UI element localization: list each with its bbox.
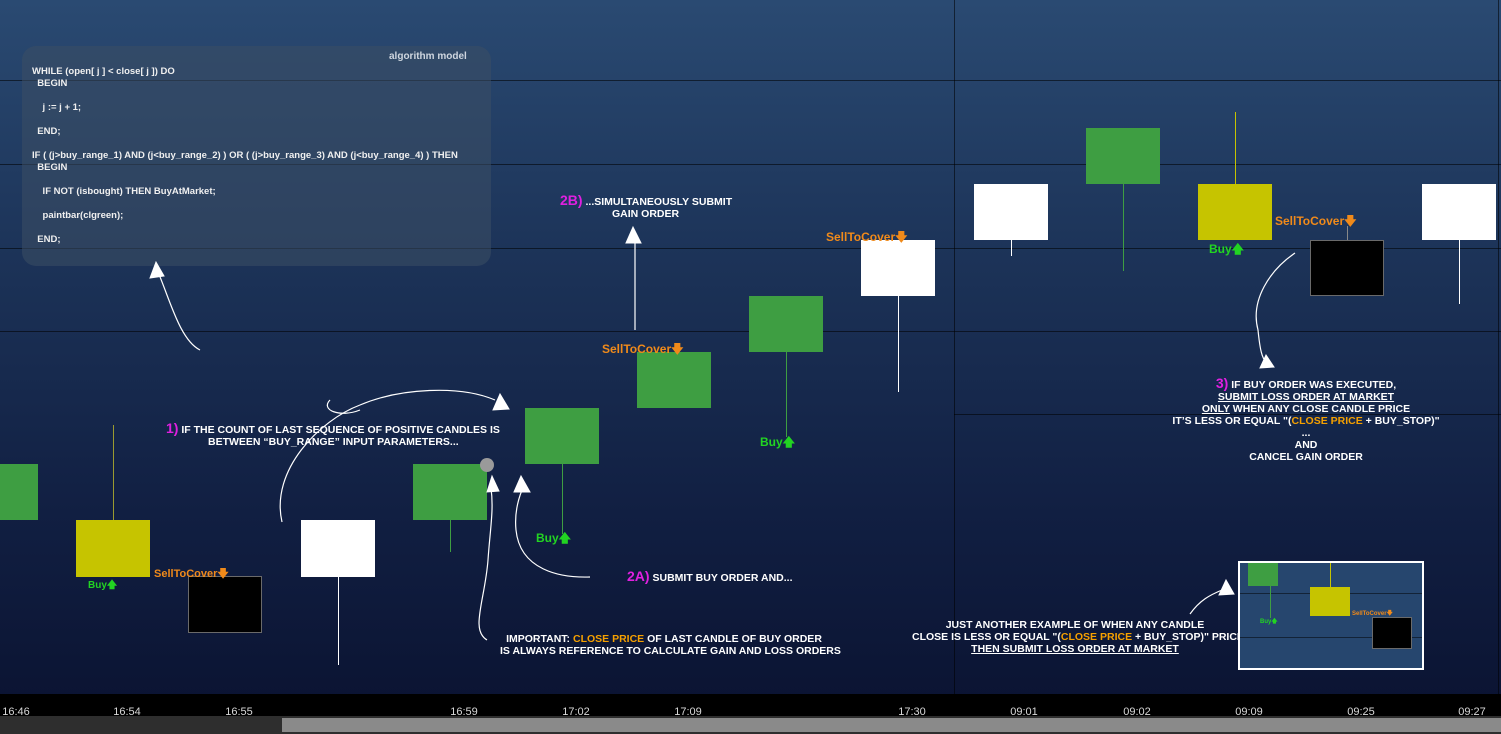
annotation-text: ONLY xyxy=(1201,403,1230,415)
annotation-text: OF LAST CANDLE OF BUY ORDER xyxy=(644,633,822,645)
annotation-text: + BUY_STOP)" PRICE xyxy=(1132,631,1244,643)
annotation-text: SUBMIT BUY ORDER AND... xyxy=(652,572,793,584)
annotation-step-3: 3) IF BUY ORDER WAS EXECUTED, SUBMIT LOS… xyxy=(1170,375,1442,463)
annotation-text: WHEN ANY CLOSE CANDLE PRICE xyxy=(1229,403,1411,415)
arrow-down-icon: 🡇 xyxy=(1386,611,1393,617)
annotation-text: IMPORTANT: xyxy=(506,633,573,645)
buy-signal-label: Buy xyxy=(1260,619,1272,625)
annotation-text: AND xyxy=(1294,439,1318,451)
annotation-step-1: 1) IF THE COUNT OF LAST SEQUENCE OF POSI… xyxy=(166,420,500,448)
step-number: 2B) xyxy=(560,192,583,208)
candle-wick xyxy=(1330,563,1331,587)
annotation-text: IS ALWAYS REFERENCE TO CALCULATE GAIN AN… xyxy=(500,645,841,657)
annotation-text: CLOSE IS LESS OR EQUAL "( xyxy=(912,631,1061,643)
annotation-text: ...SIMULTANEOUSLY SUBMIT xyxy=(585,196,733,208)
annotation-text: + BUY_STOP)" xyxy=(1362,415,1440,427)
annotation-text: SUBMIT LOSS ORDER AT MARKET xyxy=(1217,391,1395,403)
annotation-text: BETWEEN “BUY_RANGE” INPUT PARAMETERS... xyxy=(208,436,459,448)
scrollbar-thumb[interactable] xyxy=(282,718,1501,732)
sell-signal-label: SellToCover xyxy=(1352,611,1387,617)
close-price-highlight: CLOSE PRICE xyxy=(1291,415,1363,427)
annotation-text: GAIN ORDER xyxy=(612,208,680,220)
close-price-highlight: CLOSE PRICE xyxy=(572,633,645,645)
annotation-text: THEN SUBMIT LOSS ORDER AT MARKET xyxy=(971,643,1179,655)
annotation-step-2b: 2B) ...SIMULTANEOUSLY SUBMIT GAIN ORDER xyxy=(560,192,733,220)
annotation-example: JUST ANOTHER EXAMPLE OF WHEN ANY CANDLE … xyxy=(912,619,1244,655)
arrow-up-icon: 🡅 xyxy=(1271,619,1278,625)
bearish-black-candle xyxy=(1372,617,1412,649)
highlighted-candle xyxy=(1310,587,1350,616)
candle-wick xyxy=(1270,586,1271,618)
annotation-text: IF THE COUNT OF LAST SEQUENCE OF POSITIV… xyxy=(181,424,500,436)
step-number: 2A) xyxy=(627,568,650,584)
annotation-text: IT’S LESS OR EQUAL "( xyxy=(1172,415,1292,427)
buy-signal: Buy🡅 xyxy=(1260,617,1278,627)
annotation-step-2a: 2A) SUBMIT BUY ORDER AND... xyxy=(627,568,793,584)
annotation-important: IMPORTANT: CLOSE PRICE OF LAST CANDLE OF… xyxy=(500,633,841,657)
annotation-text: ... xyxy=(1301,427,1311,439)
bullish-candle xyxy=(1248,563,1278,586)
example-thumbnail: Buy🡅 SellToCover🡇 xyxy=(1238,561,1424,670)
annotation-text: IF BUY ORDER WAS EXECUTED, xyxy=(1231,379,1397,391)
annotation-text: JUST ANOTHER EXAMPLE OF WHEN ANY CANDLE xyxy=(945,619,1205,631)
step-number: 1) xyxy=(166,420,179,436)
step-number: 3) xyxy=(1215,375,1229,391)
sell-signal: SellToCover🡇 xyxy=(1352,609,1393,619)
close-price-highlight: CLOSE PRICE xyxy=(1060,631,1133,643)
annotation-text: CANCEL GAIN ORDER xyxy=(1249,451,1363,463)
